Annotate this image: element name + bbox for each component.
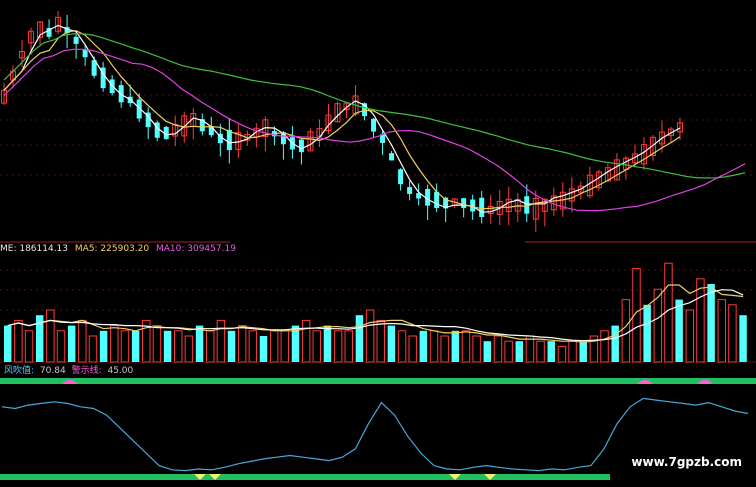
candle-body-down [208, 126, 214, 136]
volume-bar-down [515, 341, 524, 362]
volume-bar-up [536, 340, 545, 363]
volume-bar-up [600, 330, 609, 363]
indicator-value: 70.84 [39, 366, 66, 376]
volume-bar-up [152, 325, 162, 363]
watermark: www.7gpzb.com [631, 455, 742, 469]
volume-bar-up [14, 319, 23, 363]
volume-bar-down [387, 325, 396, 362]
volume-bar-down [579, 341, 587, 362]
volume-bar-up [696, 278, 705, 363]
volume-bar-up [429, 330, 439, 363]
volume-bar-up [333, 330, 343, 363]
volume-bar-down [419, 330, 428, 362]
ma-longest-line [3, 33, 746, 179]
stock-chart: ME: 186114.13 MA5: 225903.20 MA10: 30945… [0, 0, 756, 487]
indicator-bottom-band [0, 474, 610, 480]
volume-bar-up [248, 330, 258, 363]
volume-bar-up [728, 304, 737, 363]
indicator-name: 风吹值: [4, 366, 35, 376]
warning-line-value: 45.00 [107, 366, 134, 376]
warning-line-name: 警示线: [71, 366, 102, 376]
volume-bar-up [216, 319, 226, 363]
volume-bar-up [472, 335, 481, 363]
volume-bar-up [56, 330, 66, 363]
candle-body-down [73, 36, 79, 44]
volume-bar-up [110, 325, 119, 363]
candle-body-down [407, 187, 413, 194]
volume-bar-down [323, 325, 332, 362]
volume-bar-up [78, 319, 87, 363]
volume-bar-up [504, 340, 513, 363]
volume-bar-down [675, 299, 683, 362]
volume-bar-up [557, 345, 567, 363]
candle-body-down [434, 191, 440, 209]
volume-value: ME: 186114.13 [0, 244, 69, 254]
volume-bar-up [376, 319, 385, 363]
volume-bar-up [344, 330, 353, 363]
volume-bar-up [397, 330, 407, 363]
volume-bar-up [312, 330, 322, 363]
volume-bar-down [547, 341, 555, 362]
volume-bar-down [739, 315, 747, 362]
volume-bar-up [184, 335, 194, 363]
volume-bar-up [301, 319, 311, 363]
volume-bar-down [163, 330, 172, 362]
ma-short-line [3, 24, 681, 213]
volume-bar-up [408, 335, 417, 363]
volume-bar-up [280, 330, 290, 363]
volume-bar-up [24, 330, 34, 363]
indicator-legend: 风吹值: 70.84 警示线: 45.00 [4, 366, 136, 377]
volume-bar-up [365, 309, 375, 363]
candle-body-down [371, 118, 377, 132]
volume-bar-up [568, 340, 577, 363]
volume-bar-up [440, 335, 449, 363]
volume-bar-up [461, 330, 471, 363]
volume-legend: ME: 186114.13 MA5: 225903.20 MA10: 30945… [0, 244, 236, 255]
volume-bar-up [685, 309, 695, 363]
volume-bar-down [195, 325, 204, 362]
volume-bar-down [483, 341, 492, 362]
candle-body-down [524, 196, 530, 214]
volume-bar-down [131, 330, 140, 362]
volume-bar-down [259, 336, 268, 362]
volume-bar-up [269, 330, 279, 363]
candle-body-down [461, 198, 467, 209]
volume-bar-up [237, 325, 247, 363]
candle-body-down [398, 169, 404, 185]
candle-body-down [298, 139, 304, 153]
volume-bar-up [88, 335, 98, 363]
volume-bar-up [717, 299, 726, 363]
volume-bar-down [227, 330, 236, 362]
volume-bar-up [46, 309, 55, 363]
volume-bar-up [621, 299, 631, 363]
volume-bar-down [611, 325, 619, 362]
volume-ma10: MA10: 309457.19 [155, 244, 236, 254]
volume-ma5: MA5: 225903.20 [74, 244, 150, 254]
volume-bar-down [99, 330, 108, 362]
volume-bar-down [67, 325, 76, 362]
candle-body-down [479, 197, 485, 217]
volume-bar-up [174, 330, 183, 363]
volume-bar-up [120, 330, 130, 363]
volume-bar-up [205, 330, 215, 363]
volume-bar-down [707, 284, 715, 362]
volume-bar-down [643, 304, 651, 362]
volume-bar-down [4, 325, 12, 362]
volume-bar-up [525, 335, 535, 363]
candle-body-down [226, 129, 232, 151]
candle-body-down [389, 153, 395, 161]
volume-bar-up [493, 335, 503, 363]
volume-bar-down [355, 315, 364, 362]
volume-bar-down [451, 330, 460, 362]
